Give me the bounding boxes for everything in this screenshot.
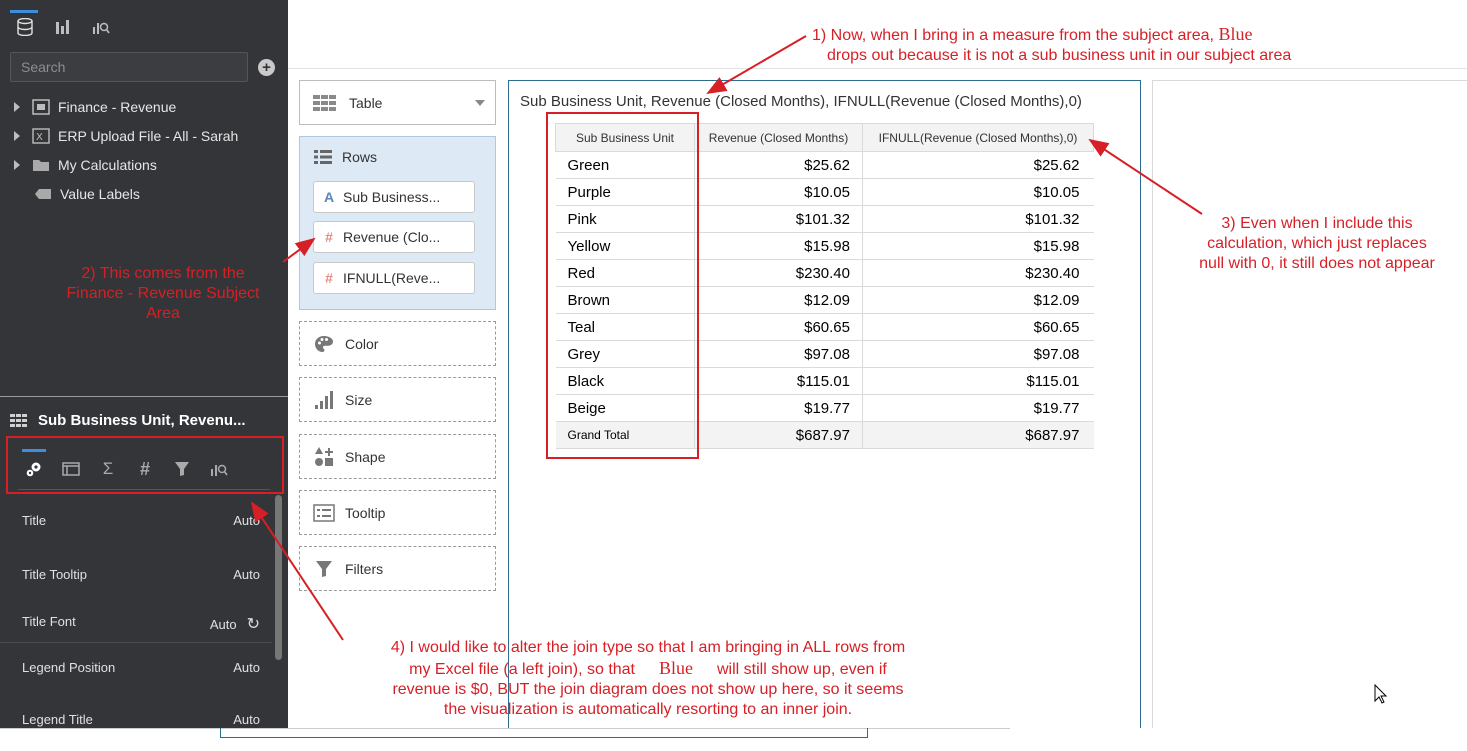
annotation-text: 3) Even when I include this	[1221, 215, 1413, 232]
annotation-blue-word: Blue	[659, 658, 693, 678]
annotation-text: 1) Now, when I bring in a measure from t…	[812, 27, 1214, 44]
annotation-1: 1) Now, when I bring in a measure from t…	[812, 24, 1291, 66]
annotation-3: 3) Even when I include this calculation,…	[1178, 214, 1456, 274]
annotation-text: Finance - Revenue Subject	[66, 285, 260, 302]
mouse-cursor-icon	[1374, 684, 1388, 704]
annotation-text: the visualization is automatically resor…	[443, 701, 853, 718]
annotation-text: calculation, which just replaces	[1207, 235, 1427, 252]
annotation-4: 4) I would like to alter the join type s…	[340, 638, 956, 720]
annotation-text: revenue is $0, BUT the join diagram does…	[392, 681, 904, 698]
annotation-text: drops out because it is not a sub busine…	[827, 47, 1292, 64]
annotation-text: my Excel file (a left join), so that	[409, 661, 635, 678]
annotation-text: 2) This comes from the	[81, 265, 245, 282]
annotation-2: 2) This comes from the Finance - Revenue…	[47, 264, 279, 324]
annotation-text: 4) I would like to alter the join type s…	[390, 639, 906, 656]
annotation-text: Area	[146, 305, 180, 322]
annotation-text: null with 0, it still does not appear	[1199, 255, 1435, 272]
annotation-text: will still show up, even if	[717, 661, 887, 678]
annotation-blue-word: Blue	[1218, 24, 1253, 44]
